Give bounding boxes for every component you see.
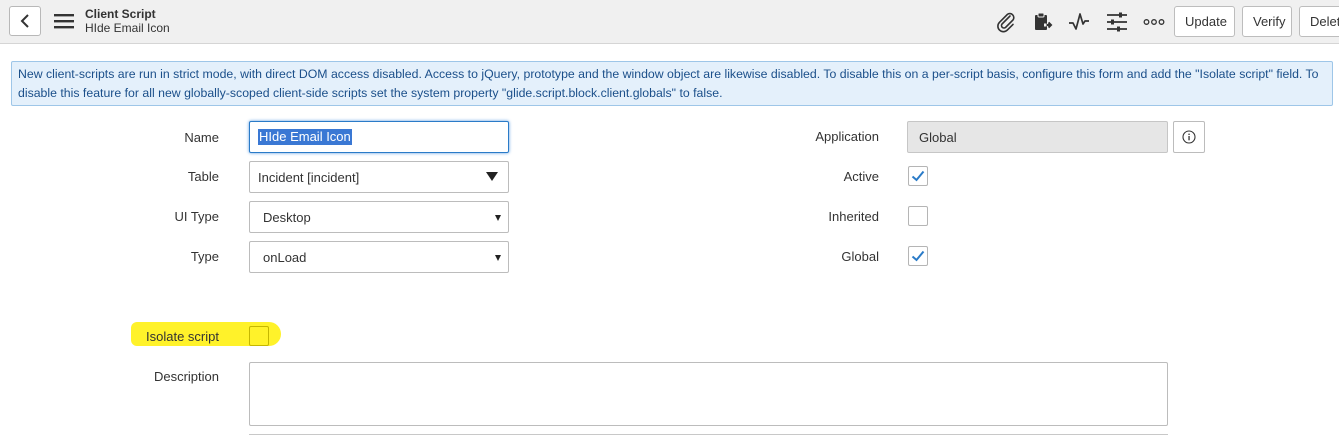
type-select-value: onLoad <box>263 249 307 265</box>
application-label: Application <box>815 129 879 144</box>
verify-button[interactable]: Verify <box>1242 6 1292 37</box>
application-value: Global <box>919 129 957 145</box>
description-label: Description <box>153 369 219 384</box>
ui-type-select[interactable]: Desktop <box>249 201 509 233</box>
checkmark-icon <box>911 170 925 182</box>
isolate-script-checkbox[interactable] <box>249 326 269 346</box>
more-icon[interactable] <box>1143 11 1165 33</box>
activity-icon[interactable] <box>1068 11 1090 33</box>
clipboard-icon[interactable] <box>1032 11 1054 33</box>
active-label: Active <box>843 169 879 184</box>
dropdown-arrow-icon <box>495 255 501 261</box>
application-info-button[interactable] <box>1173 121 1205 153</box>
strict-mode-info-banner: New client-scripts are run in strict mod… <box>11 61 1333 106</box>
name-label: Name <box>184 130 219 145</box>
form-header: Client Script HIde Email Icon Update Ver… <box>0 0 1339 44</box>
description-textarea[interactable] <box>249 362 1168 426</box>
attachment-icon[interactable] <box>995 11 1017 33</box>
info-icon <box>1182 130 1196 144</box>
ui-type-select-value: Desktop <box>263 209 311 225</box>
description-value <box>250 363 258 369</box>
update-button[interactable]: Update <box>1174 6 1235 37</box>
menu-icon[interactable] <box>54 12 74 30</box>
delete-button[interactable]: Delet <box>1299 6 1339 37</box>
back-icon <box>20 14 29 28</box>
back-button[interactable] <box>9 6 41 36</box>
settings-sliders-icon[interactable] <box>1106 11 1128 33</box>
active-checkbox[interactable] <box>908 166 928 186</box>
type-label: Type <box>190 249 219 264</box>
dropdown-arrow-icon <box>495 215 501 221</box>
record-name: HIde Email Icon <box>85 21 170 35</box>
ui-type-label: UI Type <box>174 209 219 224</box>
record-title: Client Script HIde Email Icon <box>85 7 170 35</box>
global-checkbox[interactable] <box>908 246 928 266</box>
table-select-value: Incident [incident] <box>258 169 360 185</box>
next-field-edge <box>249 434 1168 439</box>
inherited-checkbox[interactable] <box>908 206 928 226</box>
name-input-value: HIde Email Icon <box>258 129 352 145</box>
application-field: Global <box>907 121 1168 153</box>
dropdown-arrow-icon <box>486 172 498 181</box>
record-type: Client Script <box>85 7 156 21</box>
checkmark-icon <box>911 250 925 262</box>
type-select[interactable]: onLoad <box>249 241 509 273</box>
name-input[interactable]: HIde Email Icon <box>249 121 509 153</box>
table-label: Table <box>187 169 219 184</box>
table-select[interactable]: Incident [incident] <box>249 161 509 193</box>
inherited-label: Inherited <box>828 209 879 224</box>
global-label: Global <box>841 249 879 264</box>
isolate-script-label: Isolate script <box>146 329 219 344</box>
